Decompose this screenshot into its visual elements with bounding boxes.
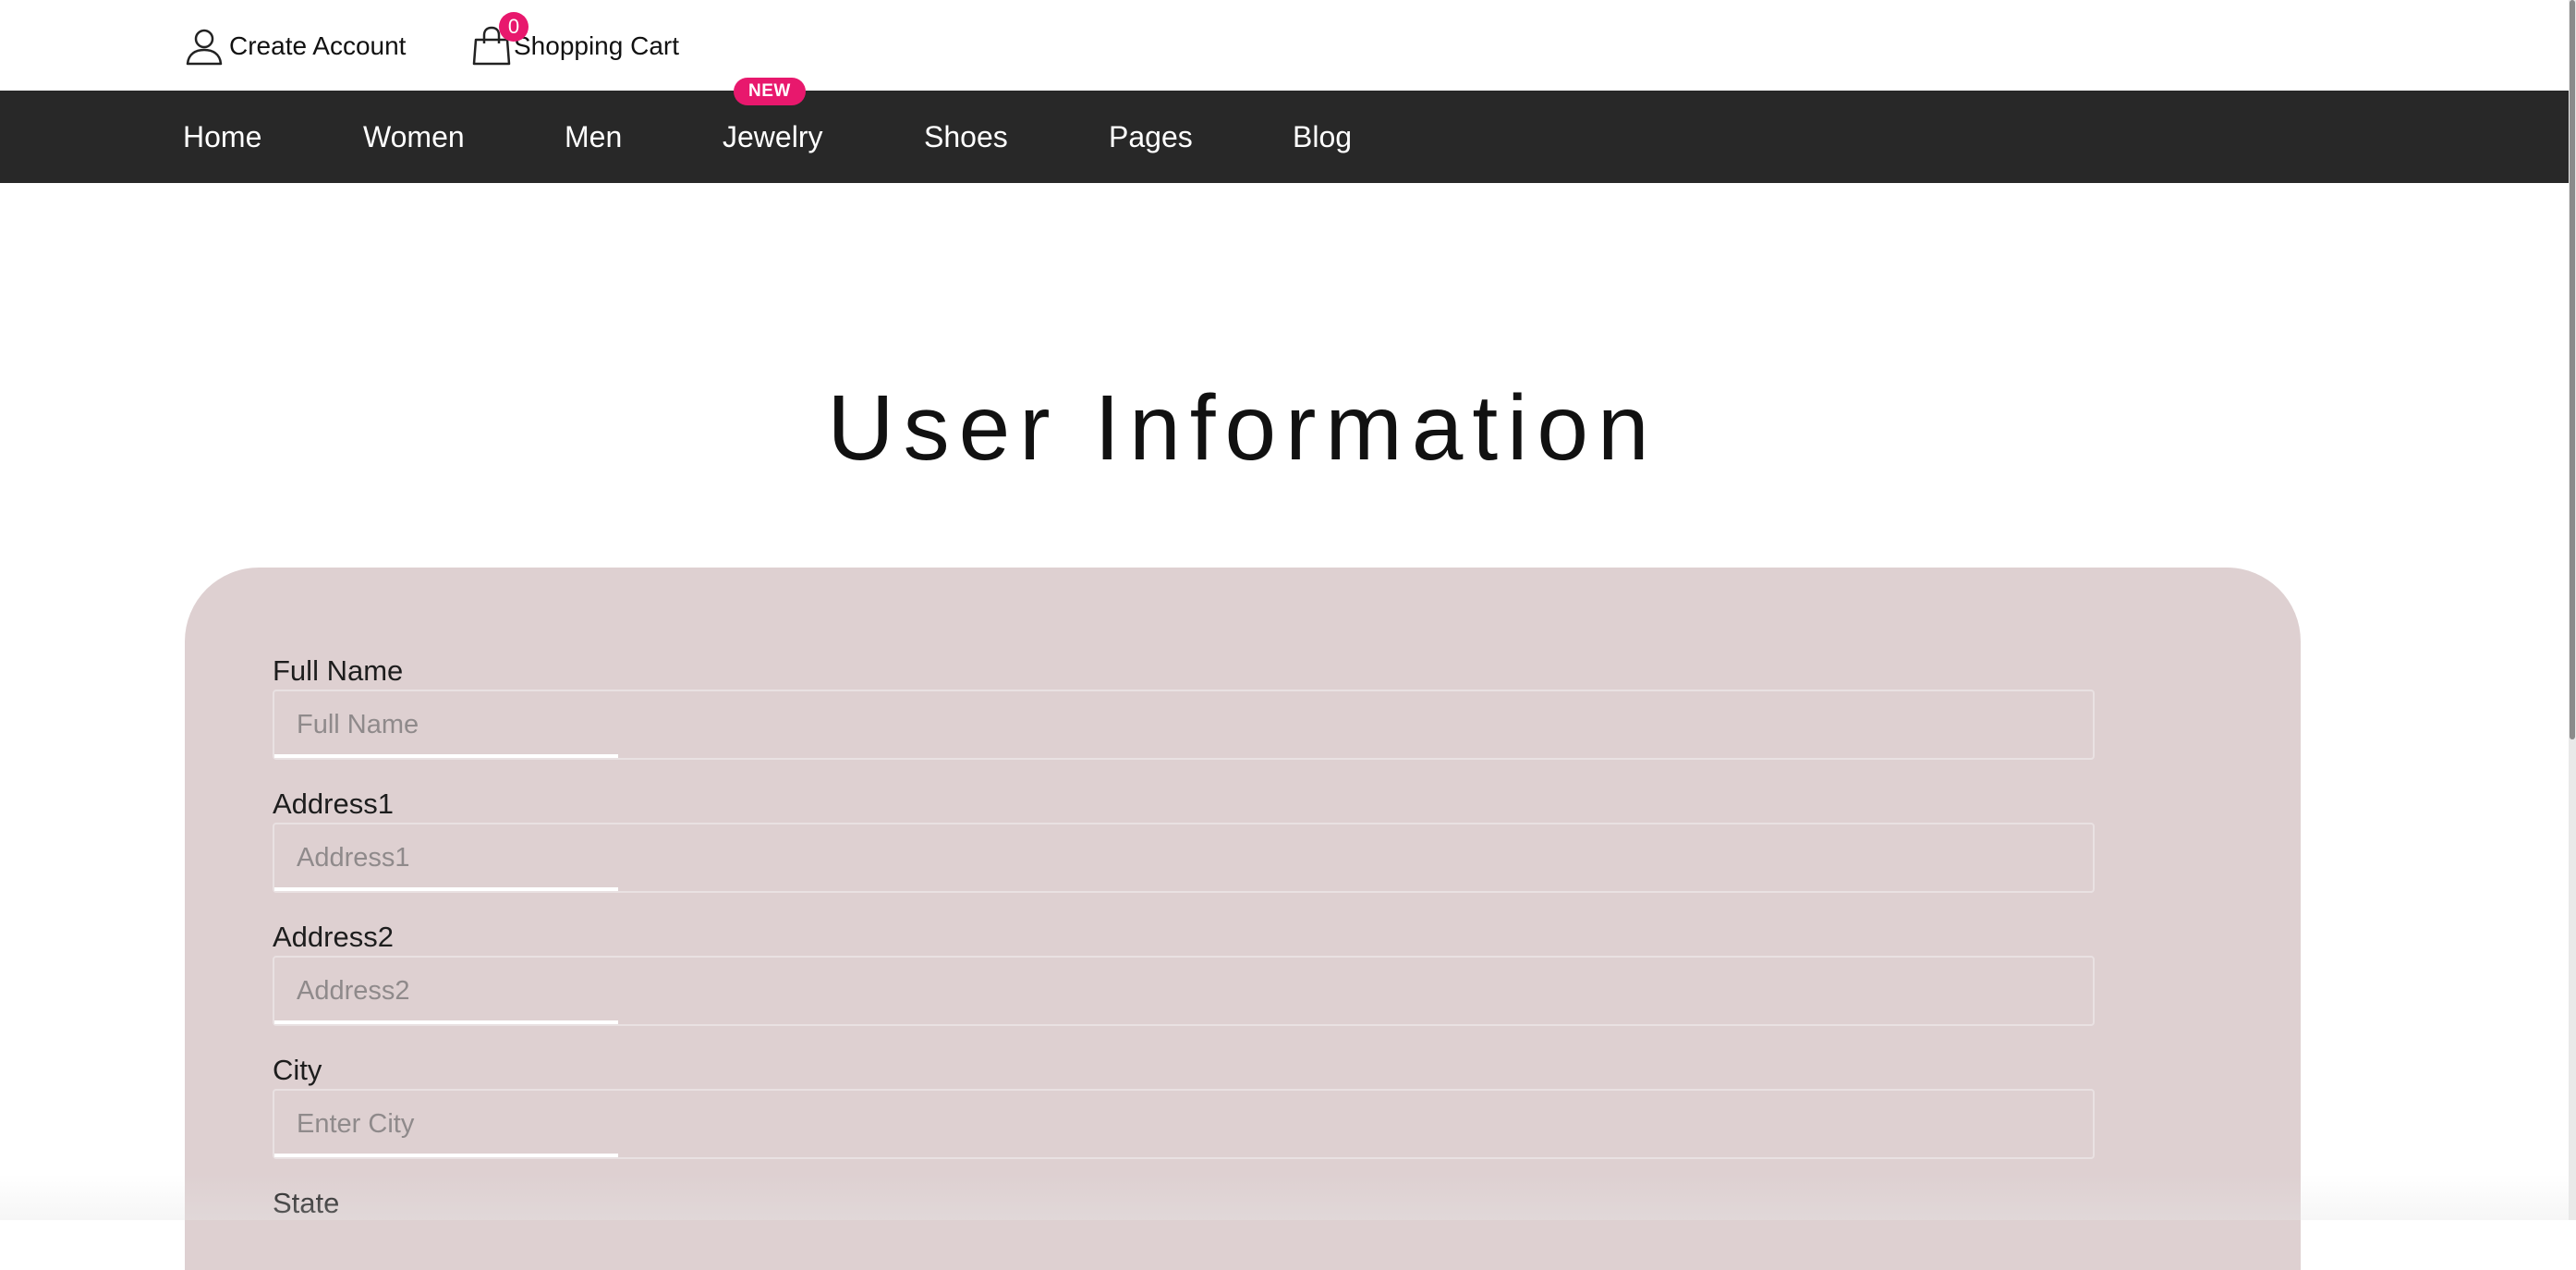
main-nav: Home Women Men Jewelry NEW Shoes Pages B… [0,78,2569,183]
nav-item-blog[interactable]: Blog [1293,91,1352,183]
scrollbar-thumb[interactable] [2570,0,2575,739]
nav-item-women[interactable]: Women [363,91,465,183]
nav-item-shoes[interactable]: Shoes [924,91,1008,183]
address2-label: Address2 [273,921,394,953]
city-focus-bar [274,1154,618,1157]
page-scrollbar[interactable] [2569,0,2576,1220]
nav-item-jewelry[interactable]: Jewelry NEW [723,78,823,183]
address1-focus-bar [274,887,618,891]
user-icon [183,25,225,67]
city-label: City [273,1054,322,1086]
nav-item-jewelry-label: Jewelry [723,120,823,153]
create-account-link[interactable]: Create Account [183,18,406,74]
create-account-label: Create Account [229,31,407,60]
nav-item-pages[interactable]: Pages [1109,91,1193,183]
user-info-form: Full Name Address1 Address2 City State [185,568,2301,1270]
full-name-label: Full Name [273,654,404,687]
page-title: User Information [827,376,1659,480]
address2-input[interactable] [273,956,2095,1026]
full-name-focus-bar [274,754,618,758]
state-label: State [273,1187,340,1219]
city-input[interactable] [273,1089,2095,1159]
address1-label: Address1 [273,788,394,820]
nav-item-home[interactable]: Home [183,91,261,183]
nav-item-men[interactable]: Men [565,91,622,183]
shopping-cart-link[interactable]: 0 Shopping Cart [471,12,680,74]
top-bar: Create Account 0 Shopping Cart [0,0,2569,91]
cart-count-badge: 0 [499,12,529,42]
address2-focus-bar [274,1020,618,1024]
full-name-input[interactable] [273,690,2095,760]
shopping-cart-label: Shopping Cart [514,31,680,60]
address1-input[interactable] [273,823,2095,893]
new-badge: NEW [734,78,806,105]
shopping-bag-icon: 0 [471,12,529,67]
